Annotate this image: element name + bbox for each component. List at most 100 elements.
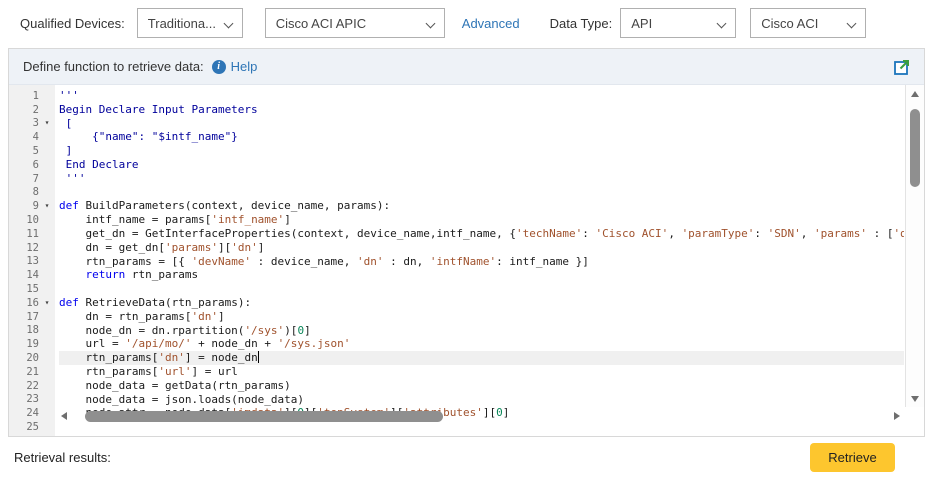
gutter-row: 20 <box>9 351 55 365</box>
code-line[interactable]: node_data = getData(rtn_params) <box>59 379 904 393</box>
fold-arrow-icon[interactable]: ▾ <box>39 299 55 307</box>
code-token: : intf_name }] <box>496 255 589 268</box>
scroll-up-icon[interactable] <box>911 91 919 97</box>
line-number: 8 <box>9 186 39 198</box>
gutter-row: 21 <box>9 365 55 379</box>
code-line[interactable]: ] <box>59 144 904 158</box>
gutter-row: 12 <box>9 241 55 255</box>
code-lines[interactable]: '''Begin Declare Input Parameters [ {"na… <box>55 85 904 436</box>
code-line[interactable]: return rtn_params <box>59 268 904 282</box>
device-category-select[interactable]: Traditiona... <box>137 8 243 38</box>
code-token: : [ <box>867 227 894 240</box>
code-token: ''' <box>59 172 86 185</box>
line-number: 3 <box>9 117 39 129</box>
help-link[interactable]: Help <box>231 59 258 74</box>
vertical-scroll-thumb[interactable] <box>910 109 920 187</box>
code-line[interactable]: Begin Declare Input Parameters <box>59 103 904 117</box>
line-number: 11 <box>9 228 39 240</box>
fold-arrow-icon[interactable]: ▾ <box>39 119 55 127</box>
code-token: 'url' <box>158 365 191 378</box>
code-token: 'params' <box>165 241 218 254</box>
code-line[interactable]: {"name": "$intf_name"} <box>59 130 904 144</box>
gutter-row: 1 <box>9 89 55 103</box>
code-line[interactable] <box>59 282 904 296</box>
code-token: End Declare <box>59 158 138 171</box>
code-token: : <box>754 227 767 240</box>
data-type-value: API <box>631 16 652 31</box>
line-number: 5 <box>9 145 39 157</box>
code-token: rtn_params[ <box>59 351 158 364</box>
gutter-row: 9▾ <box>9 199 55 213</box>
code-line[interactable]: rtn_params = [{ 'devName' : device_name,… <box>59 255 904 269</box>
advanced-link[interactable]: Advanced <box>462 16 520 31</box>
horizontal-scrollbar[interactable] <box>59 409 900 425</box>
line-number: 12 <box>9 242 39 254</box>
panel-header: Define function to retrieve data: i Help <box>9 49 924 85</box>
code-line[interactable]: url = '/api/mo/' + node_dn + '/sys.json' <box>59 337 904 351</box>
code-line[interactable]: node_data = json.loads(node_data) <box>59 393 904 407</box>
code-token: 'devName' <box>191 255 251 268</box>
code-token: {"name": "$intf_name"} <box>59 130 238 143</box>
vertical-scrollbar[interactable] <box>905 85 924 407</box>
code-token: [ <box>59 117 72 130</box>
code-line[interactable]: def RetrieveData(rtn_params): <box>59 296 904 310</box>
line-number: 18 <box>9 324 39 336</box>
code-token: 'Cisco ACI' <box>595 227 668 240</box>
data-subtype-select[interactable]: Cisco ACI <box>750 8 866 38</box>
code-token: 'dn' <box>158 351 185 364</box>
line-number: 21 <box>9 366 39 378</box>
line-number: 4 <box>9 131 39 143</box>
code-token: 'SDN' <box>768 227 801 240</box>
code-token: + node_dn + <box>191 337 277 350</box>
code-token: ] <box>304 324 311 337</box>
code-line[interactable]: def BuildParameters(context, device_name… <box>59 199 904 213</box>
scroll-left-icon[interactable] <box>61 412 67 420</box>
code-line[interactable]: node_dn = dn.rpartition('/sys')[0] <box>59 324 904 338</box>
gutter-row: 2 <box>9 103 55 117</box>
chevron-down-icon <box>717 19 727 29</box>
code-token: , <box>801 227 814 240</box>
line-number: 19 <box>9 338 39 350</box>
data-type-select[interactable]: API <box>620 8 736 38</box>
chevron-down-icon <box>223 19 233 29</box>
panel-title: Define function to retrieve data: <box>23 59 204 74</box>
code-editor[interactable]: 123▾456789▾10111213141516▾17181920212223… <box>9 85 924 436</box>
qualified-device-select[interactable]: Cisco ACI APIC <box>265 8 445 38</box>
code-line[interactable]: rtn_params['dn'] = node_dn <box>59 351 904 365</box>
retrieve-button[interactable]: Retrieve <box>810 443 895 472</box>
code-line[interactable]: ''' <box>59 89 904 103</box>
code-line[interactable] <box>59 186 904 200</box>
code-token: node_dn = dn.rpartition( <box>59 324 244 337</box>
code-line[interactable]: [ <box>59 117 904 131</box>
code-token: '/api/mo/' <box>125 337 191 350</box>
line-number: 13 <box>9 255 39 267</box>
code-token: : dn, <box>384 255 430 268</box>
code-token: RetrieveData(rtn_params): <box>79 296 251 309</box>
code-line[interactable]: ''' <box>59 172 904 186</box>
scroll-right-icon[interactable] <box>894 412 900 420</box>
gutter-row: 13 <box>9 255 55 269</box>
code-line[interactable]: get_dn = GetInterfaceProperties(context,… <box>59 227 904 241</box>
code-line[interactable]: dn = rtn_params['dn'] <box>59 310 904 324</box>
code-line[interactable]: rtn_params['url'] = url <box>59 365 904 379</box>
code-line[interactable]: dn = get_dn['params']['dn'] <box>59 241 904 255</box>
code-token: Begin Declare Input Parameters <box>59 103 258 116</box>
code-token: node_data = getData(rtn_params) <box>59 379 291 392</box>
code-token: 'dn' <box>231 241 258 254</box>
code-token: intf_name = params[ <box>59 213 211 226</box>
scroll-down-icon[interactable] <box>911 396 919 402</box>
expand-editor-icon[interactable] <box>892 57 912 77</box>
qualified-devices-label: Qualified Devices: <box>20 16 125 31</box>
code-token: get_dn = GetInterfaceProperties(context,… <box>59 227 516 240</box>
gutter-row: 10 <box>9 213 55 227</box>
fold-arrow-icon[interactable]: ▾ <box>39 202 55 210</box>
retrieval-results-label: Retrieval results: <box>14 450 111 465</box>
info-icon[interactable]: i <box>212 60 226 74</box>
horizontal-scroll-thumb[interactable] <box>85 411 443 422</box>
gutter: 123▾456789▾10111213141516▾17181920212223… <box>9 85 55 436</box>
code-line[interactable]: End Declare <box>59 158 904 172</box>
code-token: dn = get_dn[ <box>59 241 165 254</box>
qualified-device-value: Cisco ACI APIC <box>276 16 366 31</box>
gutter-row: 11 <box>9 227 55 241</box>
code-line[interactable]: intf_name = params['intf_name'] <box>59 213 904 227</box>
